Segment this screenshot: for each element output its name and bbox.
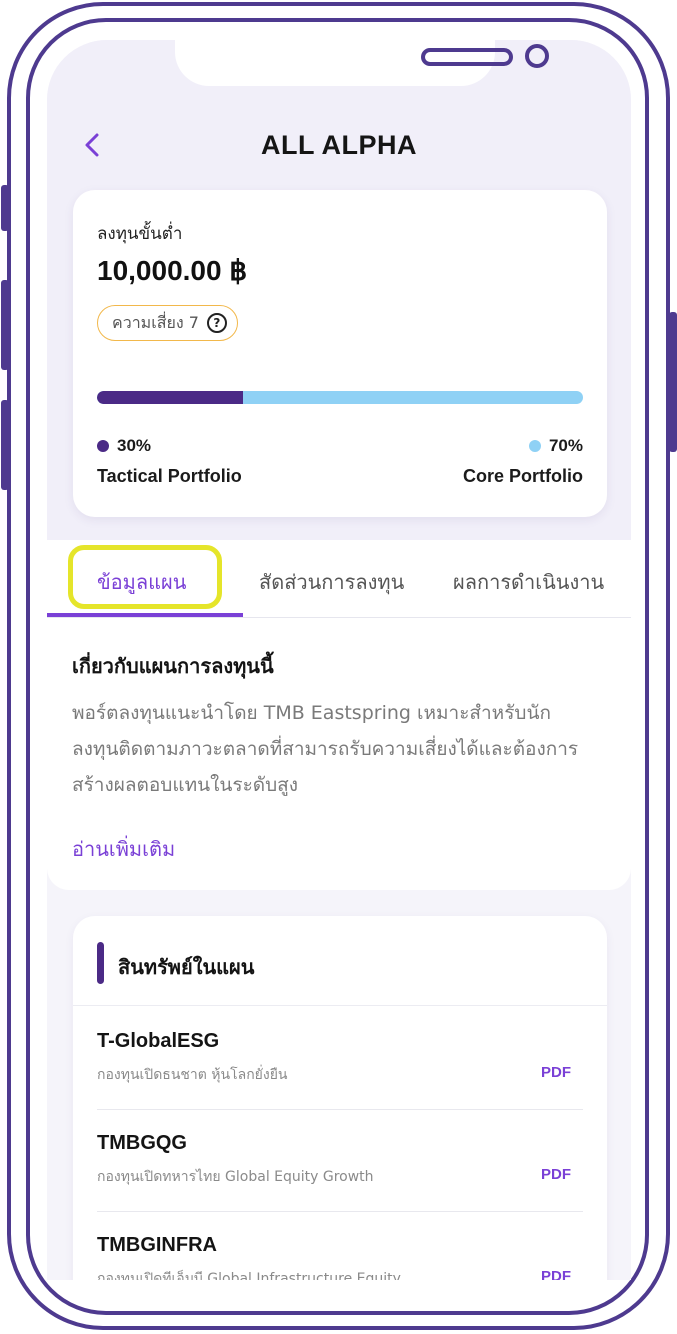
tab-allocation[interactable]: สัดส่วนการลงทุน (259, 566, 404, 598)
app-screen: ALL ALPHA ลงทุนขั้นต่ำ 10,000.00 ฿ ความเ… (47, 40, 631, 1280)
fund-description: กองทุนเปิดธนชาต หุ้นโลกยั่งยืน (97, 1067, 288, 1083)
speaker-icon (421, 48, 513, 66)
legend-dot-core (528, 440, 541, 452)
active-tab-indicator (47, 613, 243, 617)
legend-tactical-percent: 30% (117, 436, 152, 455)
risk-level-label: ความเสี่ยง 7 (112, 312, 199, 332)
legend-tactical: 30% Tactical Portfolio (97, 436, 242, 487)
fund-row[interactable]: TMBGQG กองทุนเปิดทหารไทย Global Equity G… (97, 1110, 583, 1212)
fund-row[interactable]: T-GlobalESG กองทุนเปิดธนชาต หุ้นโลกยั่งย… (97, 1008, 583, 1110)
legend-core-percent: 70% (548, 436, 583, 455)
question-circle-icon[interactable]: ? (206, 313, 227, 333)
fund-description: กองทุนเปิดทหารไทย Global Equity Growth (97, 1169, 374, 1185)
tab-plan-info[interactable]: ข้อมูลแผน (97, 566, 186, 598)
tab-performance[interactable]: ผลการดำเนินงาน (453, 566, 604, 598)
legend-dot-tactical (97, 440, 109, 452)
fund-name: TMBGQG (97, 1132, 187, 1154)
power-button (669, 312, 677, 452)
phone-notch (175, 40, 549, 86)
allocation-bar-tactical-fill (97, 391, 243, 404)
min-investment-label: ลงทุนขั้นต่ำ (97, 224, 183, 244)
fund-name: TMBGINFRA (97, 1234, 217, 1256)
header-region: ALL ALPHA ลงทุนขั้นต่ำ 10,000.00 ฿ ความเ… (47, 40, 631, 540)
about-title: เกี่ยวกับแผนการลงทุนนี้ (72, 654, 274, 678)
assets-title: สินทรัพย์ในแผน (118, 955, 255, 979)
fund-pdf-link[interactable]: PDF (541, 1064, 571, 1081)
camera-icon (525, 44, 549, 68)
plan-info-card: ข้อมูลแผน สัดส่วนการลงทุน ผลการดำเนินงาน… (47, 540, 631, 890)
min-investment-value: 10,000.00 ฿ (97, 255, 248, 286)
legend-core-name: Core Portfolio (463, 466, 583, 486)
legend-core: 70% Core Portfolio (463, 436, 583, 487)
fund-row[interactable]: TMBGINFRA กองทุนเปิดทีเอ็มบี Global Infr… (97, 1212, 583, 1280)
fund-pdf-link[interactable]: PDF (541, 1166, 571, 1183)
fund-name: T-GlobalESG (97, 1030, 220, 1052)
fund-pdf-link[interactable]: PDF (541, 1268, 571, 1280)
read-more-link[interactable]: อ่านเพิ่มเติม (72, 833, 175, 865)
assets-card: สินทรัพย์ในแผน T-GlobalESG กองทุนเปิดธนช… (73, 916, 607, 1280)
risk-level-badge[interactable]: ความเสี่ยง 7 ? (97, 305, 238, 341)
about-description: พอร์ตลงทุนแนะนำโดย TMB Eastspring เหมาะส… (72, 702, 579, 796)
page-title: ALL ALPHA (261, 130, 417, 160)
legend-tactical-name: Tactical Portfolio (97, 466, 242, 486)
assets-header: สินทรัพย์ในแผน (73, 916, 607, 1006)
plan-summary-card: ลงทุนขั้นต่ำ 10,000.00 ฿ ความเสี่ยง 7 ? … (73, 190, 607, 517)
assets-accent-bar (97, 942, 104, 984)
allocation-bar (97, 391, 583, 404)
tab-bar: ข้อมูลแผน สัดส่วนการลงทุน ผลการดำเนินงาน (47, 540, 631, 618)
fund-description: กองทุนเปิดทีเอ็มบี Global Infrastructure… (97, 1271, 401, 1280)
